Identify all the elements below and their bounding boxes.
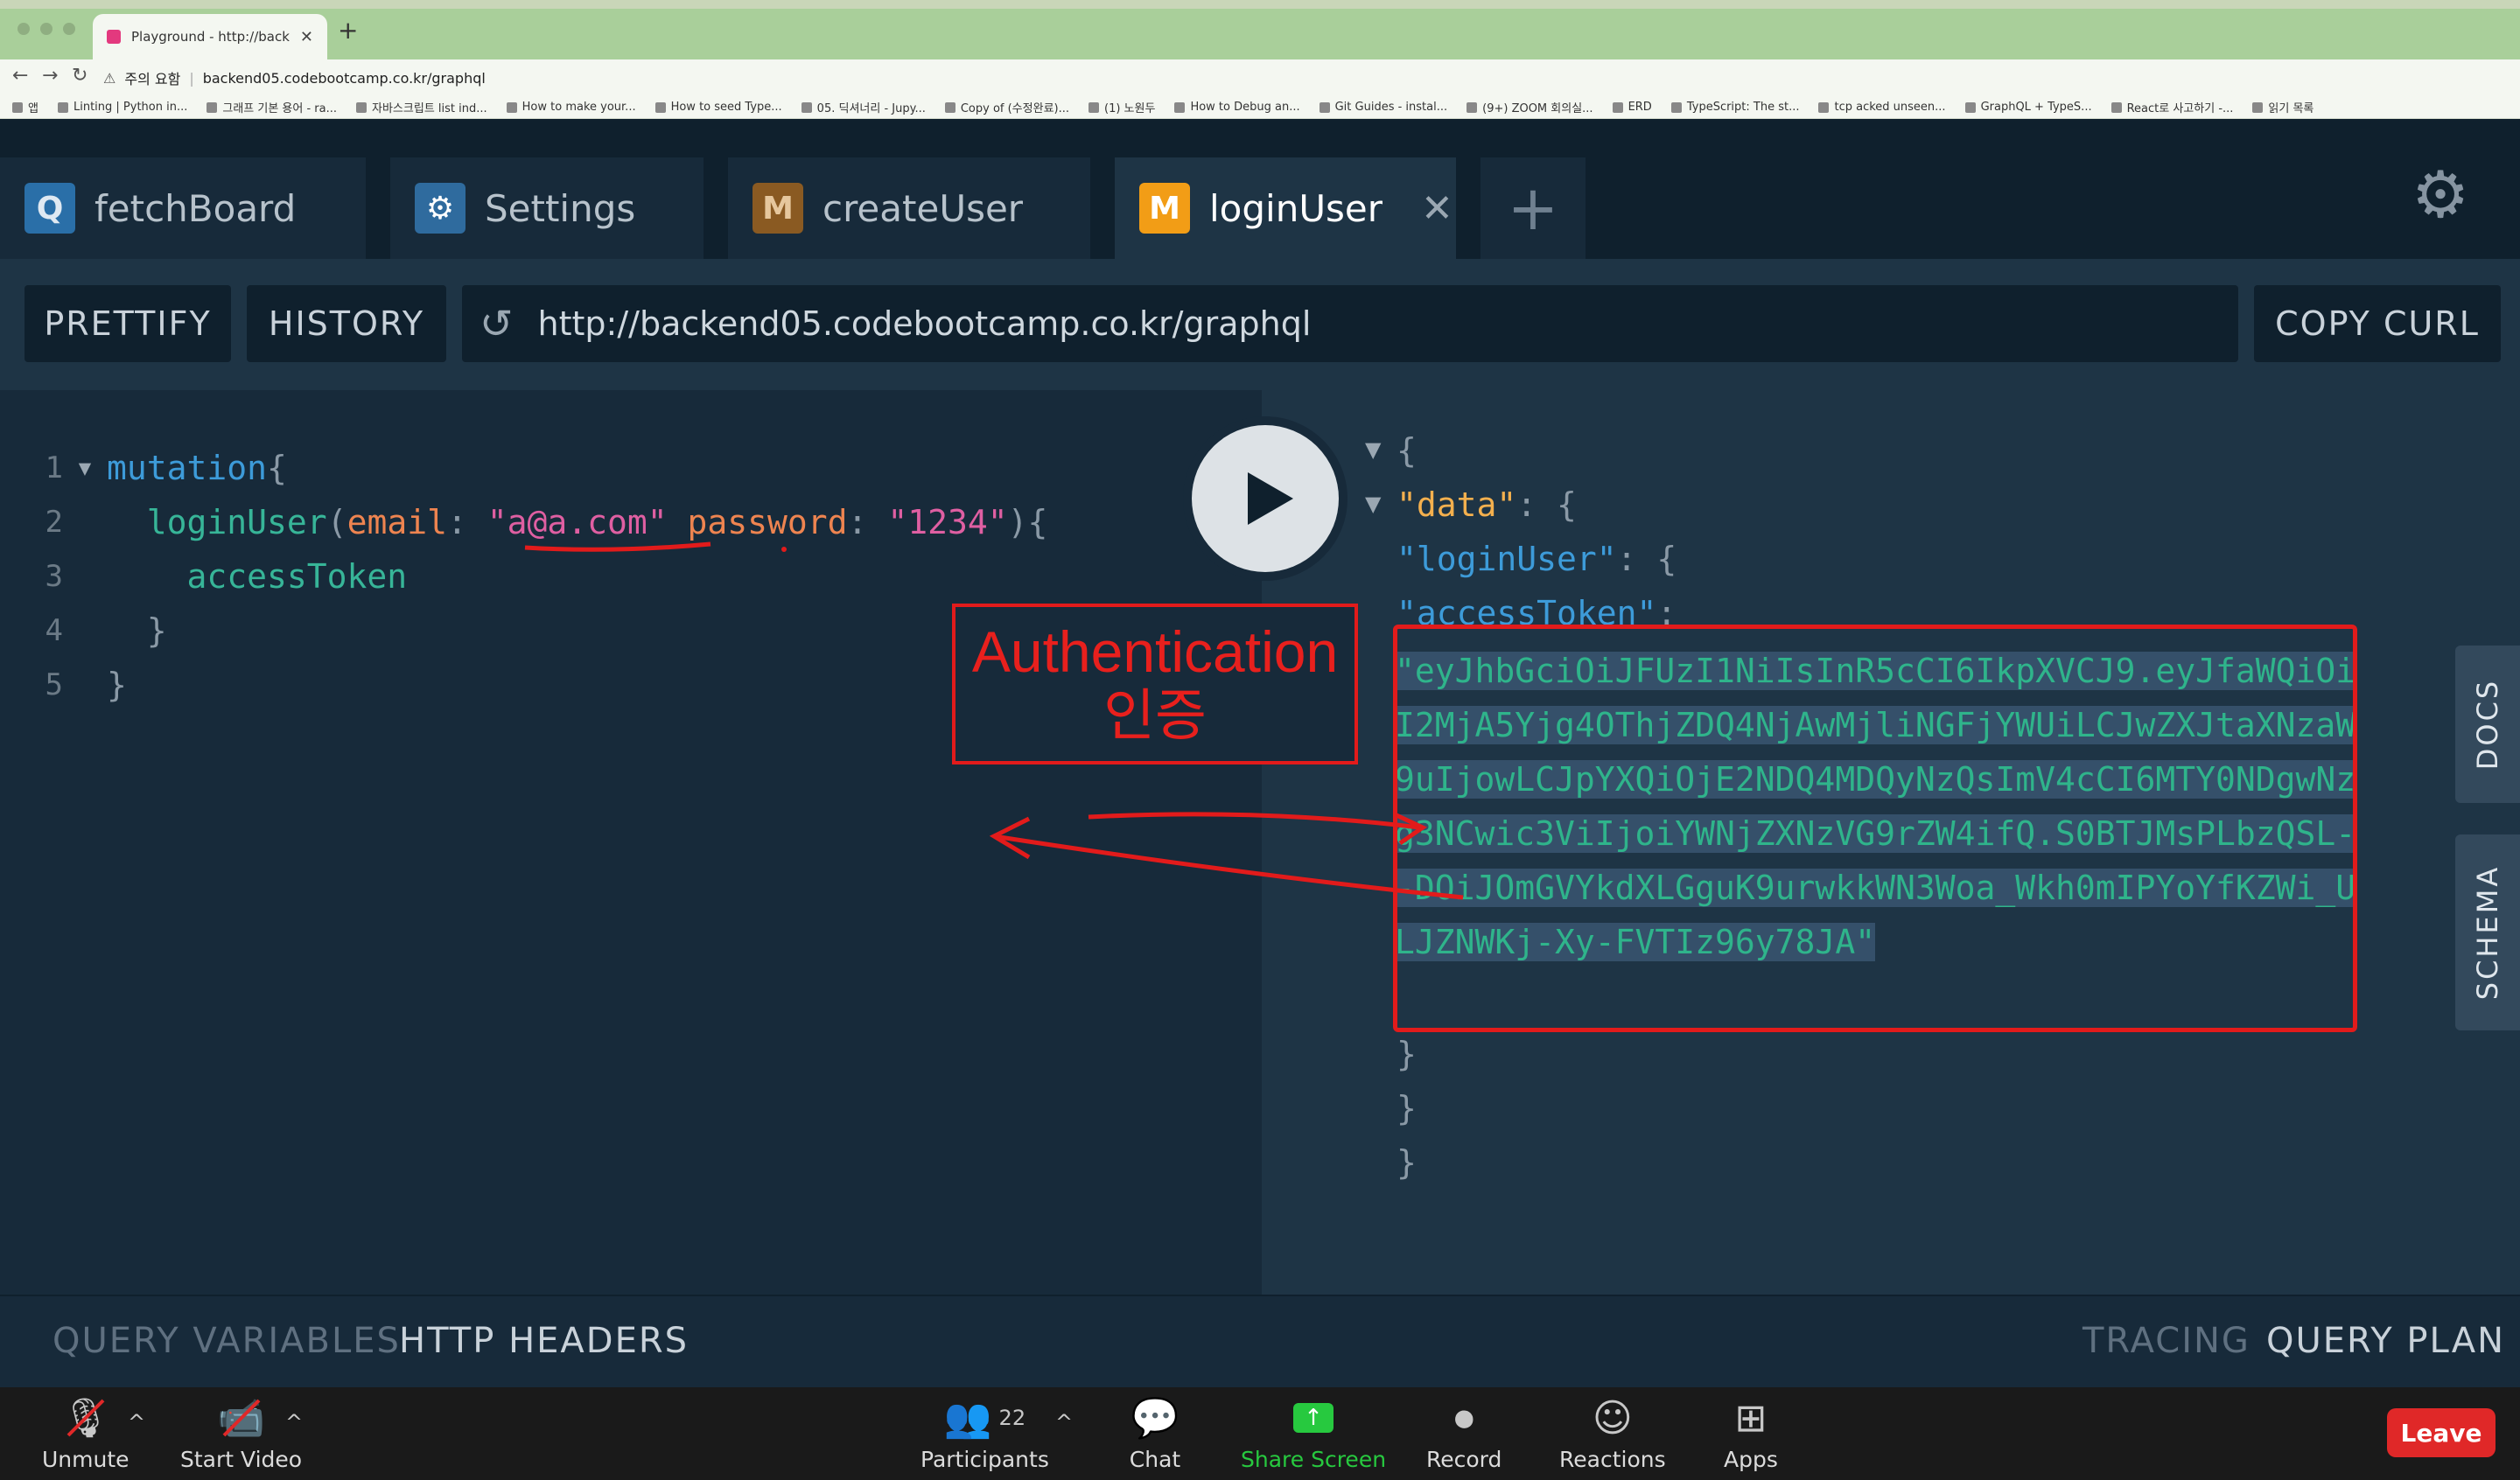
participants-count: 22	[998, 1406, 1026, 1430]
reactions-icon: ☺	[1592, 1395, 1633, 1441]
http-headers-tab[interactable]: HTTP HEADERS	[399, 1321, 689, 1361]
chat-button[interactable]: 💬 Chat	[1129, 1396, 1181, 1472]
apps-icon: ⊞	[1734, 1395, 1768, 1441]
audio-options-caret-icon[interactable]: ^	[128, 1410, 145, 1435]
record-button[interactable]: ⏺ Record	[1426, 1395, 1502, 1473]
participants-icon: 👥 22	[943, 1396, 1026, 1441]
reactions-button[interactable]: ☺ Reactions	[1559, 1395, 1666, 1473]
record-label: Record	[1426, 1447, 1502, 1472]
record-icon: ⏺	[1454, 1395, 1474, 1441]
chat-icon: 💬	[1130, 1396, 1180, 1441]
start-video-button[interactable]: 📹 Start Video	[180, 1396, 302, 1472]
video-options-caret-icon[interactable]: ^	[285, 1410, 303, 1435]
unmute-button[interactable]: 🎙 Unmute	[42, 1396, 130, 1472]
arrow-head-right	[1395, 813, 1428, 846]
query-variables-tab[interactable]: QUERY VARIABLES	[52, 1321, 401, 1361]
arrow-to-client	[993, 834, 1464, 900]
video-off-icon: 📹	[215, 1396, 268, 1441]
email-underline	[524, 541, 711, 552]
participants-label: Participants	[920, 1447, 1049, 1472]
arrow-to-token	[1088, 812, 1420, 830]
leave-button[interactable]: Leave	[2387, 1408, 2496, 1457]
annotation-dot	[781, 547, 787, 552]
unmute-label: Unmute	[42, 1447, 130, 1472]
share-screen-label: Share Screen	[1241, 1447, 1387, 1472]
apps-label: Apps	[1724, 1447, 1778, 1472]
participants-button[interactable]: 👥 22 Participants	[920, 1396, 1049, 1472]
start-video-label: Start Video	[180, 1447, 303, 1472]
reactions-label: Reactions	[1559, 1447, 1666, 1472]
query-plan-tab[interactable]: QUERY PLAN	[2266, 1321, 2505, 1361]
participants-caret-icon[interactable]: ^	[1055, 1410, 1073, 1435]
apps-button[interactable]: ⊞ Apps	[1724, 1395, 1778, 1473]
annotation-strokes	[524, 541, 1464, 900]
share-screen-button[interactable]: ↑ Share Screen	[1241, 1396, 1386, 1472]
muted-microphone-icon: 🎙	[60, 1396, 112, 1441]
tracing-tab[interactable]: TRACING	[2082, 1321, 2250, 1361]
share-screen-icon: ↑	[1287, 1396, 1340, 1440]
chat-label: Chat	[1129, 1447, 1181, 1472]
